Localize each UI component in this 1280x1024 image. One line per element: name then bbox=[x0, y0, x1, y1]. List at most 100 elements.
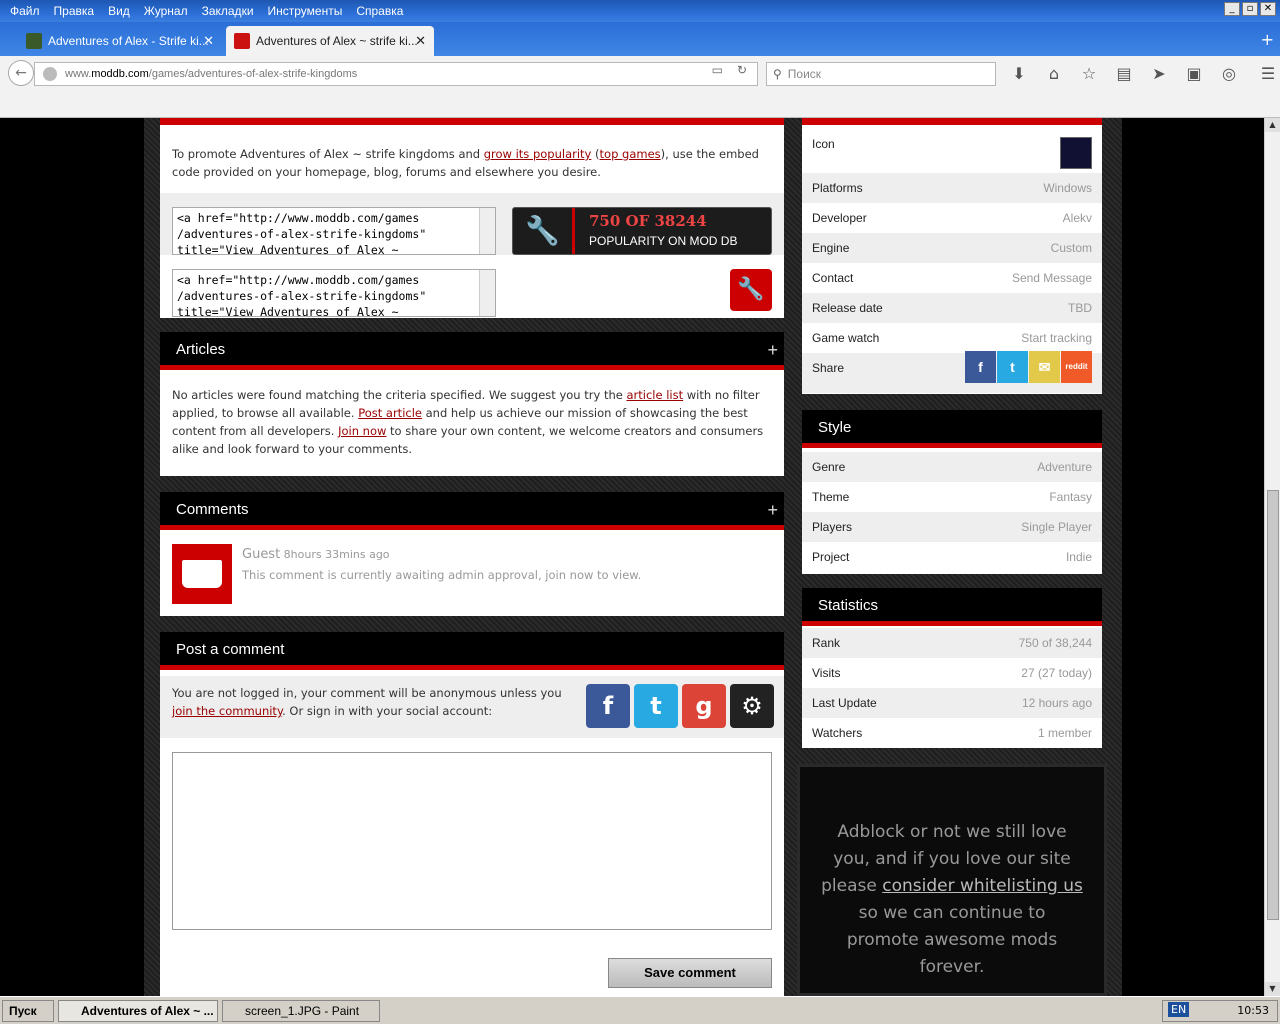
close-window-button[interactable]: ✕ bbox=[1260, 2, 1276, 16]
minimize-button[interactable]: _ bbox=[1224, 2, 1240, 16]
comment-time: 8hours 33mins ago bbox=[280, 548, 390, 561]
scroll-up-icon[interactable]: ▲ bbox=[1265, 118, 1280, 132]
scroll-down-icon[interactable]: ▼ bbox=[1265, 982, 1280, 996]
comments-header: Comments + bbox=[160, 492, 784, 530]
style-row: Players Single Player bbox=[802, 512, 1102, 542]
reading-list-icon[interactable]: ▤ bbox=[1113, 64, 1135, 83]
download-icon[interactable]: ⬇ bbox=[1008, 64, 1030, 83]
menu-tools[interactable]: Инструменты bbox=[264, 4, 347, 18]
system-tray: 10:53 bbox=[1162, 1000, 1278, 1022]
embed-code-textarea-2[interactable]: <a href="http://www.moddb.com/games /adv… bbox=[172, 269, 496, 317]
back-button[interactable]: ← bbox=[8, 60, 34, 86]
menu-icon[interactable]: ☰ bbox=[1257, 64, 1279, 83]
share-reddit-icon[interactable]: reddit bbox=[1061, 351, 1092, 383]
start-button[interactable]: Пуск bbox=[2, 1000, 54, 1022]
nav-bar: ← www.moddb.com/games/adventures-of-alex… bbox=[0, 56, 1280, 118]
send-icon[interactable]: ➤ bbox=[1148, 64, 1170, 83]
taskbar-paint[interactable]: screen_1.JPG - Paint bbox=[222, 1000, 380, 1022]
reader-view-icon[interactable]: ▭ bbox=[712, 63, 723, 77]
profile-row: Release date TBD bbox=[802, 293, 1102, 323]
page-content: To promote Adventures of Alex ~ strife k… bbox=[0, 118, 1264, 996]
menu-file[interactable]: Файл bbox=[6, 4, 44, 18]
game-icon-thumbnail[interactable] bbox=[1060, 137, 1092, 169]
menu-history[interactable]: Журнал bbox=[140, 4, 192, 18]
moddb-small-badge-icon[interactable]: 🔧 bbox=[730, 269, 772, 311]
taskbar: Пуск Adventures of Alex ~ ... screen_1.J… bbox=[0, 996, 1280, 1024]
taskbar-firefox[interactable]: Adventures of Alex ~ ... bbox=[58, 1000, 218, 1022]
whitelist-link[interactable]: consider whitelisting us bbox=[882, 876, 1083, 896]
new-tab-icon[interactable]: + bbox=[1261, 30, 1274, 49]
url-text: www.moddb.com/games/adventures-of-alex-s… bbox=[65, 68, 358, 80]
profile-row: Developer Alekv bbox=[802, 203, 1102, 233]
textarea-scrollbar[interactable] bbox=[479, 208, 495, 254]
post-comment-header: Post a comment bbox=[160, 632, 784, 670]
send-message-link[interactable]: Send Message bbox=[1012, 263, 1092, 293]
style-header: Style bbox=[802, 410, 1102, 448]
badge-subtitle: POPULARITY ON MOD DB bbox=[589, 234, 738, 248]
menu-bookmarks[interactable]: Закладки bbox=[198, 4, 258, 18]
start-tracking-link[interactable]: Start tracking bbox=[1021, 323, 1092, 353]
style-row: Theme Fantasy bbox=[812, 490, 1092, 504]
top-games-link[interactable]: top games bbox=[600, 147, 661, 161]
close-tab-icon[interactable]: ✕ bbox=[415, 33, 426, 49]
style-row: Project Indie bbox=[812, 550, 1092, 564]
article-list-link[interactable]: article list bbox=[626, 388, 683, 402]
globe-icon bbox=[43, 67, 57, 81]
search-input[interactable]: ⚲ Поиск bbox=[766, 62, 996, 86]
post-article-link[interactable]: Post article bbox=[358, 406, 422, 420]
bookmark-star-icon[interactable]: ☆ bbox=[1078, 64, 1100, 83]
embed-section: To promote Adventures of Alex ~ strife k… bbox=[160, 118, 784, 318]
avatar[interactable] bbox=[172, 544, 232, 604]
embed-intro: To promote Adventures of Alex ~ strife k… bbox=[172, 147, 759, 179]
join-now-link[interactable]: Join now bbox=[338, 424, 386, 438]
steam-login-icon[interactable]: ⚙ bbox=[730, 684, 774, 728]
join-community-link[interactable]: join the community bbox=[172, 704, 282, 718]
tab-label: Adventures of Alex - Strife ki... bbox=[48, 34, 209, 48]
profile-sidebar: Icon Platforms Windows Developer Alekv Eng… bbox=[802, 118, 1102, 394]
profile-row: Engine Custom bbox=[802, 233, 1102, 263]
profile-row: Contact Send Message bbox=[802, 263, 1102, 293]
tab-adventures-2[interactable]: Adventures of Alex ~ strife ki... ✕ bbox=[226, 26, 434, 56]
menu-help[interactable]: Справка bbox=[352, 4, 407, 18]
reload-icon[interactable]: ↻ bbox=[737, 63, 747, 77]
developer-link[interactable]: Alekv bbox=[1063, 203, 1092, 233]
save-comment-button[interactable]: Save comment bbox=[608, 958, 772, 988]
stats-row: Rank 750 of 38,244 bbox=[802, 628, 1102, 658]
share-twitter-icon[interactable]: t bbox=[997, 351, 1028, 383]
stats-row: Watchers 1 member bbox=[812, 726, 1092, 740]
grow-popularity-link[interactable]: grow its popularity bbox=[484, 147, 592, 161]
maximize-button[interactable]: ▫ bbox=[1242, 2, 1258, 16]
screen-icon[interactable]: ▣ bbox=[1183, 64, 1205, 83]
share-email-icon[interactable]: ✉ bbox=[1029, 351, 1060, 383]
twitter-login-icon[interactable]: t bbox=[634, 684, 678, 728]
tab-adventures-1[interactable]: Adventures of Alex - Strife ki... ✕ bbox=[18, 26, 222, 56]
embed-code-textarea-1[interactable]: <a href="http://www.moddb.com/games /adv… bbox=[172, 207, 496, 255]
url-bar[interactable]: www.moddb.com/games/adventures-of-alex-s… bbox=[34, 62, 758, 86]
statistics-header: Statistics bbox=[802, 588, 1102, 626]
game-favicon-icon bbox=[26, 33, 42, 49]
moddb-favicon-icon bbox=[234, 33, 250, 49]
home-icon[interactable]: ⌂ bbox=[1043, 64, 1065, 83]
articles-section: Articles + No articles were found matchin… bbox=[160, 332, 784, 476]
scroll-thumb[interactable] bbox=[1267, 490, 1279, 920]
style-row: Genre Adventure bbox=[802, 452, 1102, 482]
comment-textarea[interactable] bbox=[172, 752, 772, 930]
facebook-login-icon[interactable]: f bbox=[586, 684, 630, 728]
textarea-scrollbar[interactable] bbox=[479, 270, 495, 316]
menu-view[interactable]: Вид bbox=[104, 4, 134, 18]
profile-row-share: Share f t ✉ reddit bbox=[802, 351, 1102, 393]
expand-plus-icon[interactable]: + bbox=[767, 492, 778, 528]
menu-edit[interactable]: Правка bbox=[50, 4, 99, 18]
popularity-badge[interactable]: 🔧 750 OF 38244 POPULARITY ON MOD DB bbox=[512, 207, 772, 255]
badge-value: 750 OF 38244 bbox=[589, 212, 707, 230]
tab-label: Adventures of Alex ~ strife ki... bbox=[256, 34, 418, 48]
stats-row: Visits 27 (27 today) bbox=[812, 666, 1092, 680]
google-login-icon[interactable]: g bbox=[682, 684, 726, 728]
close-tab-icon[interactable]: ✕ bbox=[203, 33, 214, 49]
sync-icon[interactable]: ◎ bbox=[1218, 64, 1240, 83]
page-scrollbar[interactable]: ▲ ▼ bbox=[1264, 118, 1280, 996]
clock: 10:53 bbox=[1237, 1004, 1269, 1017]
share-facebook-icon[interactable]: f bbox=[965, 351, 996, 383]
expand-plus-icon[interactable]: + bbox=[767, 332, 778, 368]
search-placeholder: Поиск bbox=[787, 67, 822, 81]
